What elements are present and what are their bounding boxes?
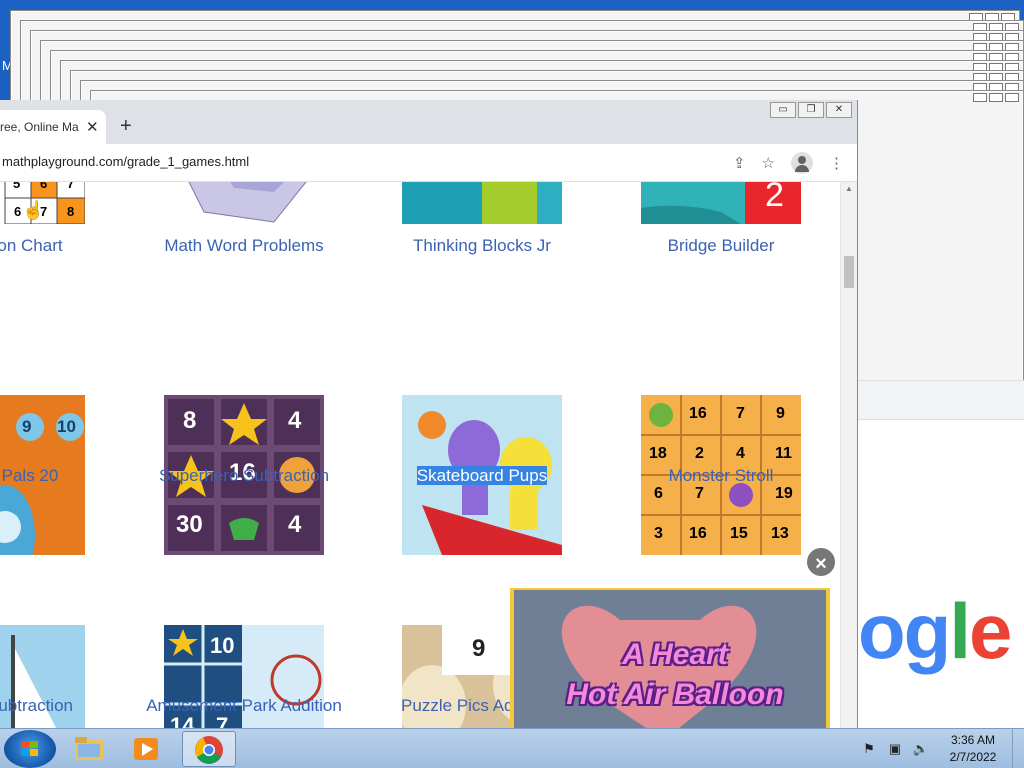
ad-title-line1: A Heart (622, 638, 728, 671)
game-link[interactable]: Thinking Blocks Jr (372, 236, 592, 256)
volume-icon[interactable]: 🔈 (912, 740, 930, 758)
new-tab-button[interactable]: + (120, 115, 132, 137)
thumb-number: 18 (649, 445, 667, 462)
thumb-number: 6 (40, 182, 48, 191)
thumb-number: 6 (14, 204, 22, 219)
thumb-number: 7 (695, 485, 704, 502)
thumb-number: 15 (730, 525, 748, 542)
thumb-number: 8 (67, 204, 75, 219)
scroll-up-arrow-icon[interactable]: ▲ (845, 184, 853, 193)
thumb-number: 16 (689, 525, 707, 542)
show-desktop-button[interactable] (1012, 729, 1024, 768)
clock[interactable]: 3:36 AM 2/7/2022 (938, 732, 1008, 766)
thumb-number: 6 (654, 485, 663, 502)
ad-title-line2: Hot Air Balloon (566, 678, 784, 711)
profile-avatar-icon[interactable] (791, 152, 813, 174)
background-browser-page (858, 420, 1024, 728)
thumb-number: 30 (176, 511, 203, 538)
thumb-number: 3 (654, 525, 663, 542)
share-icon[interactable]: ⇪ (733, 154, 746, 172)
thumb-number: 10 (210, 633, 235, 658)
mouse-cursor-icon: ☝ (22, 200, 45, 220)
game-link[interactable]: Subtraction (0, 696, 140, 716)
folder-icon[interactable] (62, 731, 116, 767)
system-tray: ⚑ ▣ 🔈 3:36 AM 2/7/2022 (860, 729, 1024, 768)
thumb-number: 9 (472, 635, 486, 662)
address-bar: mathplayground.com/grade_1_games.html ⇪ … (0, 144, 857, 182)
game-thumbnail[interactable] (402, 182, 562, 224)
game-link[interactable]: Superhero Subtraction (134, 466, 354, 486)
thumb-number: 13 (771, 525, 789, 542)
game-link[interactable]: Monster Stroll (611, 466, 831, 486)
thumb-number: 5 (13, 182, 21, 191)
game-link[interactable]: Math Word Problems (134, 236, 354, 256)
game-link[interactable]: Amusement Park Addition (134, 696, 354, 716)
game-thumbnail[interactable] (164, 182, 324, 224)
thumb-number: 19 (775, 485, 793, 502)
thumb-number: 7 (67, 182, 75, 191)
thumb-number: 4 (288, 511, 302, 538)
network-icon[interactable]: ▣ (886, 740, 904, 758)
taskbar: ⚑ ▣ 🔈 3:36 AM 2/7/2022 (0, 728, 1024, 768)
tab-title: ree, Online Ma (0, 120, 79, 134)
game-link-selected[interactable]: Skateboard Pups (372, 466, 592, 486)
video-ad-overlay[interactable]: A Heart Hot Air Balloon (510, 588, 830, 728)
thumb-number: 2 (765, 182, 784, 214)
game-link[interactable]: on Chart (0, 236, 140, 256)
browser-titlebar: ▭ ❐ ✕ ree, Online Ma ✕ + (0, 100, 857, 144)
thumb-number: 9 (776, 405, 785, 422)
thumb-number: 8 (183, 407, 197, 434)
media-player-icon[interactable] (120, 731, 174, 767)
window-controls: ▭ ❐ ✕ (770, 102, 852, 118)
clock-time: 3:36 AM (950, 733, 996, 747)
background-browser-toolbar (858, 380, 1024, 420)
maximize-button[interactable]: ❐ (798, 102, 824, 118)
windows-logo-icon (21, 741, 39, 757)
scrollbar-thumb[interactable] (844, 256, 854, 288)
minimize-button[interactable]: ▭ (770, 102, 796, 118)
thumb-number: 2 (695, 445, 704, 462)
action-center-flag-icon[interactable]: ⚑ (860, 740, 878, 758)
game-link[interactable]: Bridge Builder (611, 236, 831, 256)
thumb-number: 7 (736, 405, 745, 422)
start-button[interactable] (4, 730, 56, 768)
url-field[interactable]: mathplayground.com/grade_1_games.html (2, 154, 249, 169)
chrome-icon[interactable] (182, 731, 236, 767)
thumb-number: 16 (689, 405, 707, 422)
tab-close-icon[interactable]: ✕ (86, 118, 99, 136)
thumb-number: 11 (775, 445, 792, 462)
thumb-number: 4 (288, 407, 302, 434)
thumb-number: 9 (22, 417, 32, 436)
menu-kebab-icon[interactable]: ⋮ (829, 154, 844, 172)
thumb-number: 4 (736, 445, 745, 462)
google-logo-fragment: ogle (858, 587, 1012, 675)
game-thumbnail[interactable]: 2 (641, 182, 801, 224)
browser-tab[interactable]: ree, Online Ma ✕ (0, 110, 106, 144)
close-window-button[interactable]: ✕ (826, 102, 852, 118)
game-link[interactable]: Pals 20 (0, 466, 140, 486)
page-scrollbar[interactable]: ▲ (840, 182, 857, 728)
thumb-number: 10 (57, 417, 76, 436)
clock-date: 2/7/2022 (949, 750, 997, 764)
ad-close-button[interactable]: × (805, 546, 837, 578)
bookmark-star-icon[interactable]: ☆ (762, 154, 775, 172)
